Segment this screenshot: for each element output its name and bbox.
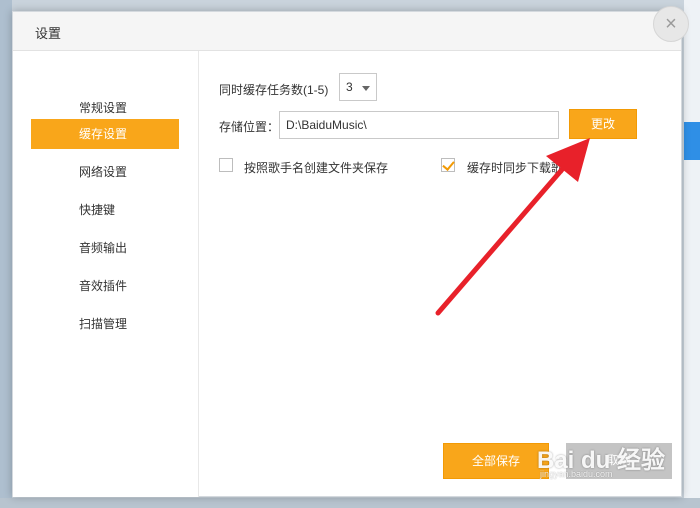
dialog-titlebar: 设置 <box>13 12 681 51</box>
sync-download-checkbox[interactable] <box>441 158 455 172</box>
sidebar-item-label: 常规设置 <box>79 101 128 115</box>
settings-dialog: 设置 × 常规设置 缓存设置 网络设置 快捷键 音频输出 音效插件 扫描管理 同… <box>12 6 689 497</box>
save-all-label: 全部保存 <box>471 454 520 468</box>
background-app-bottom <box>0 498 700 508</box>
sidebar-item-label: 网络设置 <box>79 165 128 179</box>
sidebar-item-label: 音频输出 <box>79 241 128 255</box>
tasks-select-value: 3 <box>346 80 353 94</box>
dialog-title: 设置 <box>35 26 62 41</box>
storage-path-input[interactable] <box>279 111 559 139</box>
close-button[interactable]: × <box>653 6 689 42</box>
settings-sidebar: 常规设置 缓存设置 网络设置 快捷键 音频输出 音效插件 扫描管理 <box>13 51 199 497</box>
checkmark-icon <box>442 158 455 171</box>
sidebar-item-shortcuts[interactable]: 快捷键 <box>31 195 179 225</box>
change-path-button[interactable]: 更改 <box>569 109 637 139</box>
sidebar-item-audio-output[interactable]: 音频输出 <box>31 233 179 263</box>
sidebar-item-cache[interactable]: 缓存设置 <box>31 119 179 149</box>
background-blue-tab <box>684 122 700 160</box>
change-path-label: 更改 <box>590 117 615 131</box>
close-icon: × <box>665 13 677 35</box>
chevron-down-icon <box>362 86 370 91</box>
sync-download-label: 缓存时同步下载歌 <box>467 161 564 175</box>
sidebar-item-label: 缓存设置 <box>79 127 128 141</box>
sidebar-item-sound-effects[interactable]: 音效插件 <box>31 271 179 301</box>
artist-folder-label: 按照歌手名创建文件夹保存 <box>244 161 389 175</box>
artist-folder-checkbox[interactable] <box>219 158 233 172</box>
sidebar-item-label: 扫描管理 <box>79 317 128 331</box>
watermark-url: jingyan.baidu.com <box>540 469 613 479</box>
sidebar-item-network[interactable]: 网络设置 <box>31 157 179 187</box>
background-app-left <box>0 0 12 508</box>
tasks-label: 同时缓存任务数(1-5) <box>219 83 329 97</box>
sidebar-item-label: 快捷键 <box>79 203 116 217</box>
tasks-select[interactable]: 3 <box>339 73 377 101</box>
save-all-button[interactable]: 全部保存 <box>443 443 549 479</box>
storage-label: 存储位置： <box>219 120 280 134</box>
sidebar-item-label: 音效插件 <box>79 279 128 293</box>
settings-content: 同时缓存任务数(1-5) 3 存储位置： 更改 按照歌手名创建文件夹保存 缓存时… <box>199 51 683 497</box>
sidebar-item-scan-management[interactable]: 扫描管理 <box>31 309 179 339</box>
background-app-right <box>684 0 700 508</box>
